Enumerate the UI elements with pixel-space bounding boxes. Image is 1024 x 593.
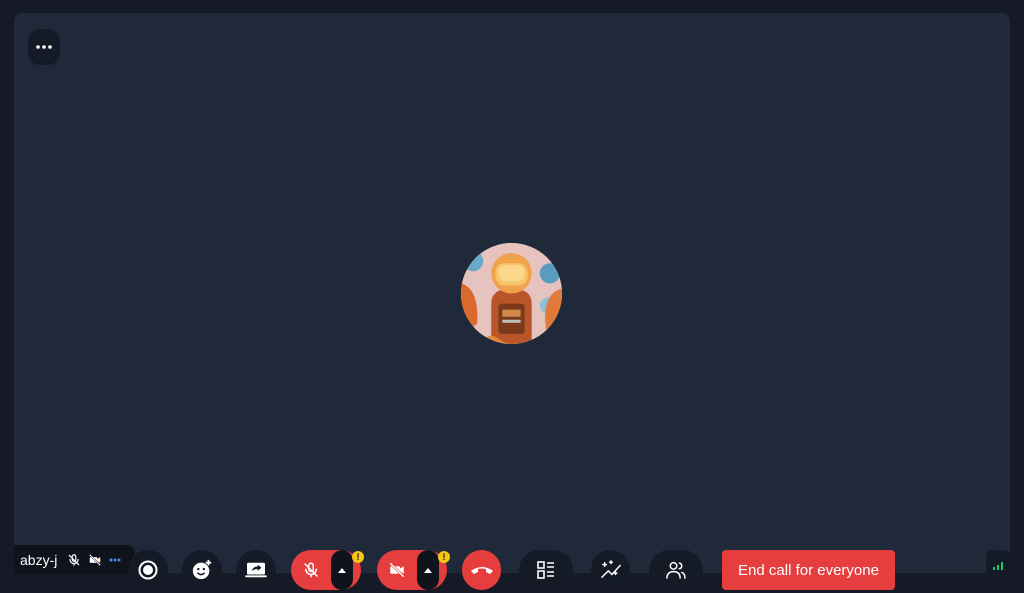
participant-avatar xyxy=(461,243,562,344)
camera-warning-badge: ! xyxy=(438,551,450,563)
mic-toggle-button[interactable] xyxy=(291,550,331,590)
microphone-control xyxy=(291,550,361,590)
mic-warning-badge: ! xyxy=(352,551,364,563)
record-icon xyxy=(138,560,158,580)
screen-share-icon xyxy=(245,562,267,578)
caret-up-icon xyxy=(338,567,346,573)
stage-menu-button[interactable] xyxy=(28,29,60,65)
participant-name: abzy-j xyxy=(20,552,58,568)
mic-off-icon xyxy=(67,553,81,567)
camera-off-icon xyxy=(389,562,405,578)
astronaut-avatar-icon xyxy=(461,243,562,344)
people-icon xyxy=(666,561,686,579)
camera-control xyxy=(377,550,447,590)
video-stage xyxy=(14,13,1010,573)
effects-button[interactable] xyxy=(591,550,630,590)
participants-button[interactable] xyxy=(649,550,703,590)
sparkles-icon xyxy=(600,560,621,578)
reactions-button[interactable] xyxy=(182,550,222,590)
phone-hangup-icon xyxy=(470,567,493,574)
camera-options-button[interactable] xyxy=(417,550,439,590)
network-quality-button[interactable] xyxy=(986,550,1010,574)
ellipsis-icon xyxy=(36,45,52,49)
camera-toggle-button[interactable] xyxy=(377,550,417,590)
emoji-add-icon xyxy=(192,559,212,580)
layout-button[interactable] xyxy=(519,550,573,590)
screen-share-button[interactable] xyxy=(236,550,276,590)
caret-up-icon xyxy=(424,567,432,573)
end-call-for-everyone-button[interactable]: End call for everyone xyxy=(722,550,895,590)
leave-call-button[interactable] xyxy=(462,550,501,590)
participant-options-icon[interactable] xyxy=(109,558,121,562)
mic-options-button[interactable] xyxy=(331,550,353,590)
participant-name-tag: abzy-j xyxy=(14,545,135,575)
layout-icon xyxy=(537,561,554,579)
signal-strength-icon xyxy=(993,562,1003,570)
record-button[interactable] xyxy=(128,550,168,590)
mic-off-icon xyxy=(304,562,318,578)
camera-off-icon xyxy=(87,553,103,567)
